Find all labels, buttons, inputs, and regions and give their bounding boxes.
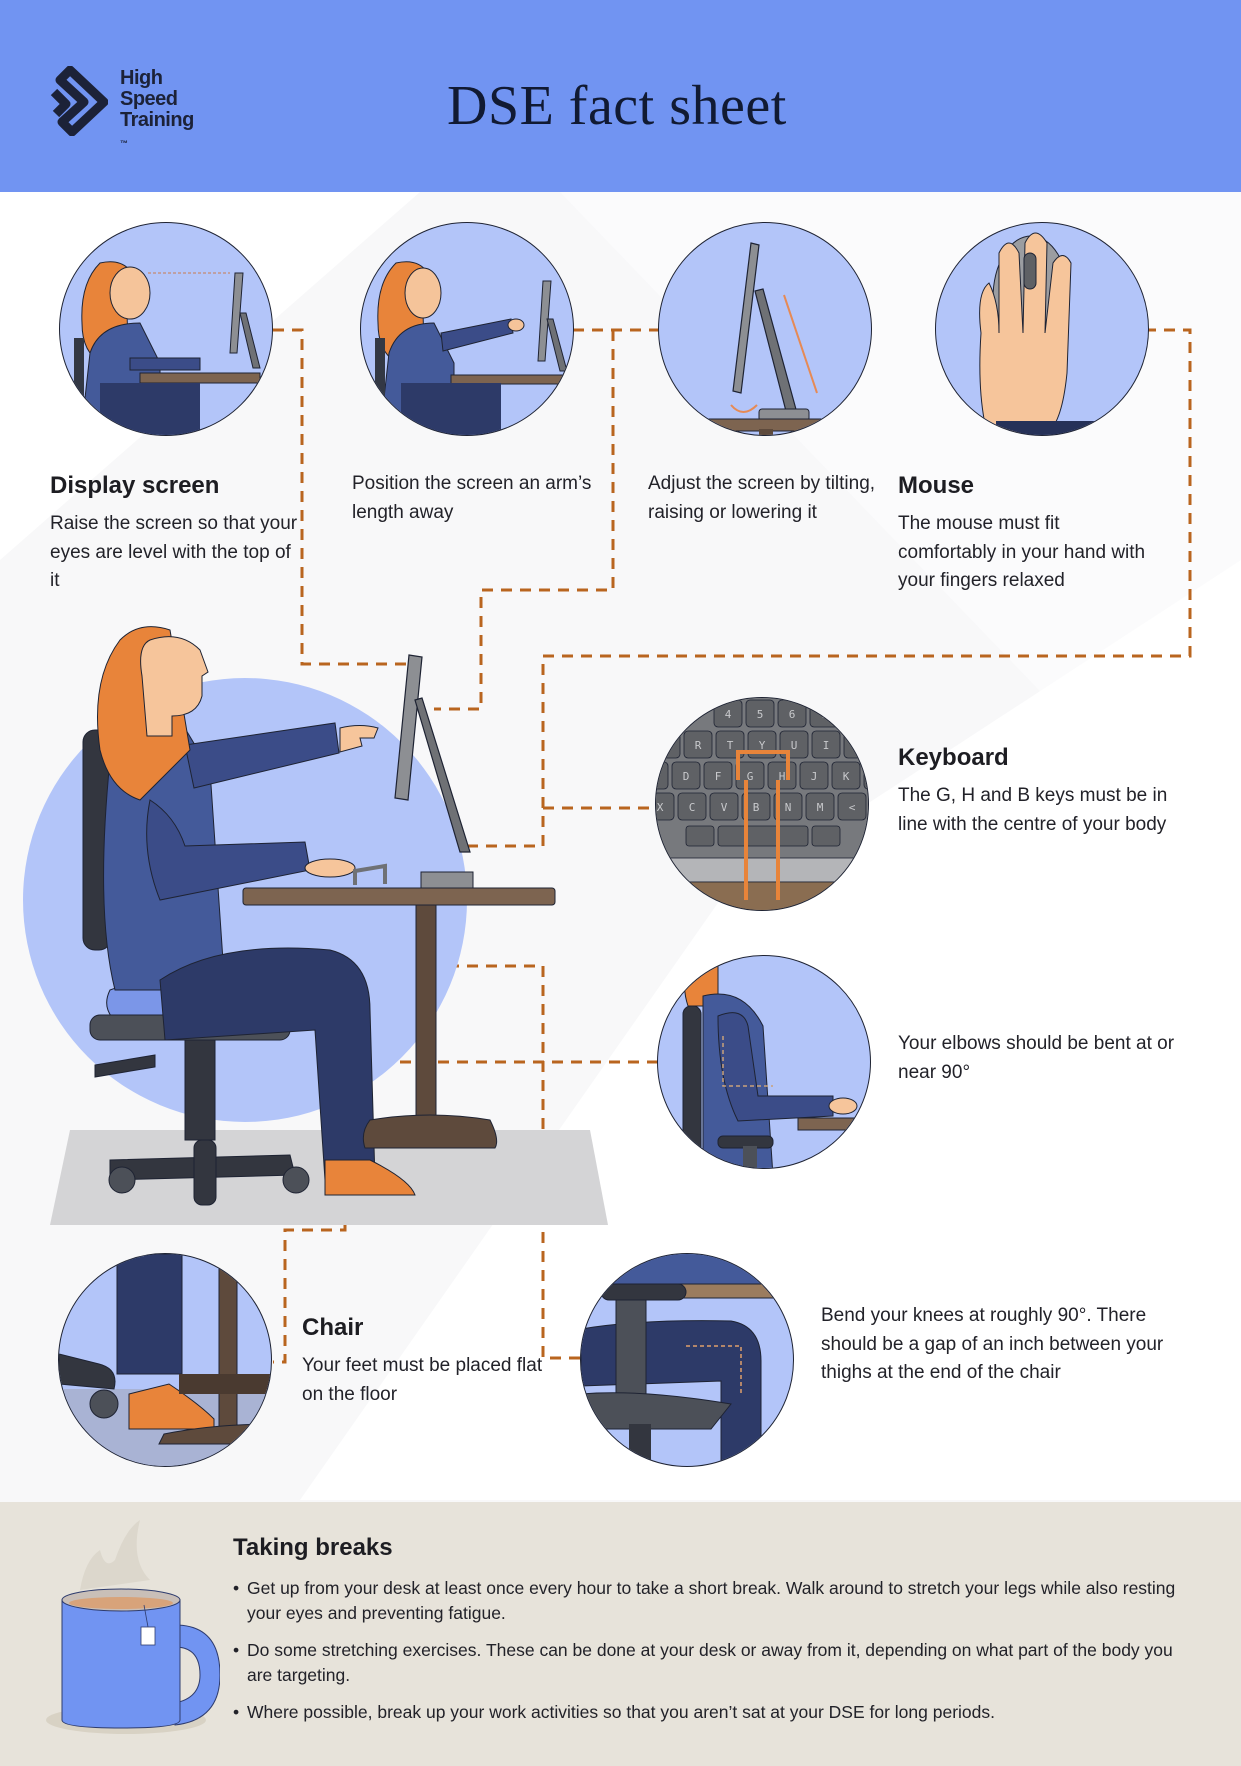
key-label: T — [727, 739, 734, 752]
key-label: 8 — [853, 708, 860, 721]
page-title: DSE fact sheet — [447, 75, 787, 137]
tip-chair: Chair Your feet must be placed flat on t… — [302, 1314, 562, 1409]
key-label: S — [656, 770, 657, 783]
desk-leg — [415, 904, 437, 1121]
key-label: 7 — [821, 708, 828, 721]
tilting-monitor-illustration — [658, 222, 872, 436]
breaks-item: Where possible, break up your work activ… — [233, 1700, 1193, 1725]
elbow-angle-illustration — [657, 955, 871, 1169]
key-label: I — [823, 739, 830, 752]
eye-level-screen-illustration — [59, 222, 273, 436]
key-label: < — [849, 801, 856, 814]
key-label: C — [689, 801, 696, 814]
breaks-item: Get up from your desk at least once ever… — [233, 1576, 1193, 1626]
tip-text: Position the screen an arm’s length away — [352, 473, 592, 523]
monitor-base — [420, 871, 474, 889]
feet-on-floor-illustration — [58, 1253, 272, 1467]
woman-seated-at-desk-illustration — [23, 626, 608, 1225]
tip-heading: Mouse — [898, 472, 975, 499]
breaks-heading: Taking breaks — [233, 1534, 393, 1561]
key-label: M — [817, 801, 824, 814]
key-label: O — [855, 739, 862, 752]
taking-breaks-section: Taking breaks Get up from your desk at l… — [0, 1502, 1241, 1766]
desk-top — [242, 887, 556, 906]
key-label: F — [715, 770, 722, 783]
chair-column — [184, 1039, 216, 1141]
logo[interactable]: High Speed Training ™ — [48, 62, 228, 148]
key-label: R — [695, 739, 702, 752]
tip-text: Your elbows should be bent at or near 90… — [898, 1033, 1175, 1083]
tip-text: Bend your knees at roughly 90°. There sh… — [821, 1305, 1164, 1383]
tip-text: The G, H and B keys must be in line with… — [898, 785, 1168, 835]
tip-adjust-screen: Adjust the screen by tilting, raising or… — [648, 470, 888, 527]
tip-heading: Display screen — [50, 472, 220, 499]
trademark: ™ — [120, 139, 128, 148]
tea-mug-illustration — [46, 1520, 220, 1734]
tip-keyboard: Keyboard The G, H and B keys must be in … — [898, 744, 1198, 839]
keyboard-illustration: 45678ERTYUIOSDFGHJKLXCVBNM< — [655, 697, 869, 911]
tip-arms-length: Position the screen an arm’s length away — [352, 470, 592, 527]
breaks-content: Taking breaks Get up from your desk at l… — [233, 1534, 1193, 1737]
key-label: V — [721, 801, 728, 814]
tip-heading: Chair — [302, 1314, 364, 1341]
tip-heading: Keyboard — [898, 744, 1009, 771]
tip-text: The mouse must fit comfortably in your h… — [898, 513, 1146, 591]
key-label: K — [843, 770, 850, 783]
knee-angle-illustration — [580, 1253, 794, 1467]
arms-length-illustration — [360, 222, 574, 436]
tip-mouse: Mouse The mouse must fit comfortably in … — [898, 472, 1158, 596]
breaks-list: Get up from your desk at least once ever… — [233, 1576, 1193, 1725]
key-label: 5 — [757, 708, 764, 721]
key-label: U — [791, 739, 798, 752]
key-label: B — [753, 801, 760, 814]
logo-line-speed: Speed — [120, 88, 178, 110]
tip-text: Your feet must be placed flat on the flo… — [302, 1355, 543, 1405]
header: High Speed Training ™ DSE fact sheet — [0, 0, 1241, 192]
high-speed-training-logo-icon — [50, 66, 108, 136]
key-label: 6 — [789, 708, 796, 721]
logo-line-training: Training — [120, 109, 194, 131]
key-label: D — [683, 770, 690, 783]
key-label: J — [811, 770, 818, 783]
key-label: N — [785, 801, 792, 814]
hand-on-mouse-illustration — [935, 222, 1149, 436]
key-label: 4 — [725, 708, 732, 721]
desk-foot — [362, 1114, 498, 1149]
key-S — [656, 761, 669, 790]
tip-elbows: Your elbows should be bent at or near 90… — [898, 1030, 1198, 1087]
tip-knees: Bend your knees at roughly 90°. There sh… — [821, 1302, 1181, 1388]
logo-text: High Speed Training ™ — [120, 68, 194, 152]
logo-line-high: High — [120, 67, 163, 89]
breaks-item: Do some stretching exercises. These can … — [233, 1638, 1193, 1688]
key-label: X — [657, 801, 664, 814]
key-L — [863, 761, 868, 790]
tip-text: Adjust the screen by tilting, raising or… — [648, 473, 876, 523]
key-label: E — [663, 739, 670, 752]
